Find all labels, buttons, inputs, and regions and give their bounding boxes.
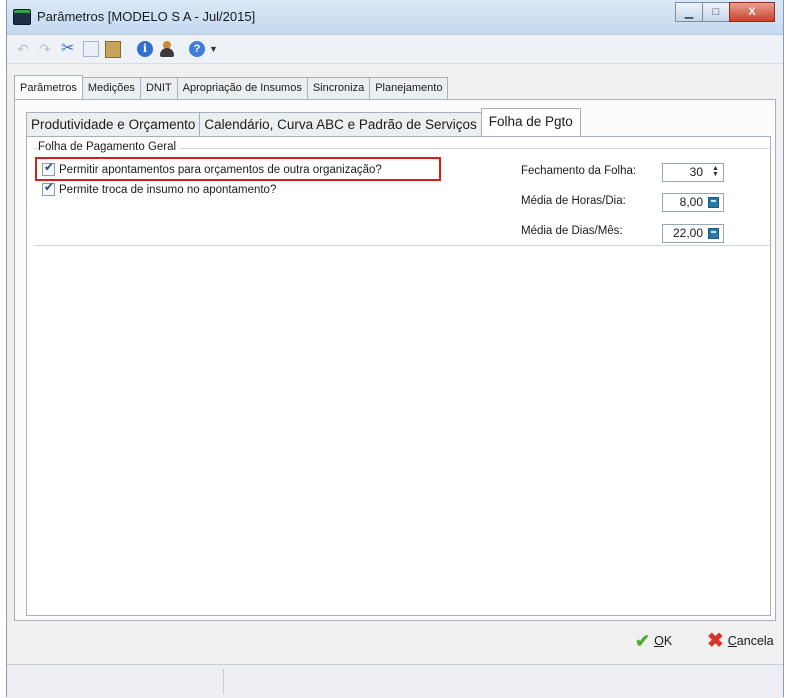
minimize-icon: ▁ — [684, 6, 694, 19]
cancel-label-rest: ancela — [736, 634, 774, 648]
copy-icon[interactable] — [83, 41, 99, 57]
tab-medicoes[interactable]: Medições — [81, 77, 141, 99]
fechamento-folha-value: 30 — [689, 165, 703, 179]
tab-parametros[interactable]: Parâmetros — [14, 75, 83, 99]
undo-icon[interactable]: ↶ — [17, 41, 33, 57]
cancel-x-icon: ✖ — [707, 630, 724, 652]
title-bar[interactable]: Parâmetros [MODELO S A - Jul/2015] ▁ □ X — [7, 0, 783, 35]
ok-button[interactable]: ✔ OK — [635, 632, 672, 650]
sub-tab-strip: Produtividade e Orçamento Calendário, Cu… — [26, 108, 581, 136]
app-icon — [13, 9, 31, 25]
subtab-folha-de-pgto[interactable]: Folha de Pgto — [480, 108, 581, 136]
window-title: Parâmetros [MODELO S A - Jul/2015] — [37, 9, 256, 24]
subtab-calendario-curva-abc[interactable]: Calendário, Curva ABC e Padrão de Serviç… — [199, 112, 482, 136]
maximize-icon: □ — [712, 6, 720, 18]
toolbar: ↶ ↷ ✂ i ? ▼ — [7, 35, 783, 64]
close-button[interactable]: X — [729, 2, 775, 22]
checkbox-permite-troca-insumo[interactable]: ✔ Permite troca de insumo no apontamento… — [42, 180, 277, 196]
media-horas-dia-label: Média de Horas/Dia: — [521, 195, 626, 207]
tab-planejamento[interactable]: Planejamento — [369, 77, 449, 99]
checkbox-permitir-apontamentos[interactable]: ✔ Permitir apontamentos para orçamentos … — [42, 160, 382, 176]
maximize-button[interactable]: □ — [702, 2, 730, 22]
paste-icon[interactable] — [105, 41, 121, 58]
media-horas-dia-value: 8,00 — [679, 195, 703, 209]
status-bar — [7, 664, 783, 698]
close-icon: X — [748, 6, 756, 18]
help-icon[interactable]: ? — [189, 41, 205, 57]
checkbox[interactable]: ✔ — [42, 180, 55, 196]
check-icon: ✔ — [44, 180, 55, 194]
ok-mnemonic: O — [654, 634, 664, 648]
media-dias-mes-value: 22,00 — [672, 226, 703, 240]
dialog-button-bar: ✔ OK ✖ Cancela — [7, 622, 783, 662]
media-dias-mes-label: Média de Dias/Mês: — [521, 225, 623, 237]
main-tab-strip: Parâmetros Medições DNIT Apropriação de … — [14, 75, 449, 99]
user-icon[interactable] — [159, 41, 175, 57]
media-dias-mes-field[interactable]: 22,00 — [662, 224, 724, 243]
minimize-button[interactable]: ▁ — [675, 2, 703, 22]
cut-icon[interactable]: ✂ — [61, 41, 77, 57]
ok-label-rest: K — [663, 634, 673, 648]
spinner-arrows-icon[interactable]: ▲ ▼ — [711, 165, 720, 179]
calculator-icon[interactable] — [708, 197, 719, 208]
check-icon: ✔ — [44, 160, 55, 174]
group-title: Folha de Pagamento Geral — [38, 141, 180, 153]
info-icon[interactable]: i — [137, 41, 153, 57]
checkbox-label: Permite troca de insumo no apontamento? — [59, 183, 277, 196]
tab-sincroniza[interactable]: Sincroniza — [306, 77, 371, 99]
subtab-produtividade-e-orcamento[interactable]: Produtividade e Orçamento — [26, 112, 201, 136]
media-horas-dia-field[interactable]: 8,00 — [662, 193, 724, 212]
redo-icon[interactable]: ↷ — [39, 41, 55, 57]
cancel-mnemonic: C — [727, 634, 737, 648]
checkbox-label: Permitir apontamentos para orçamentos de… — [59, 163, 382, 176]
caption-buttons: ▁ □ X — [675, 2, 775, 22]
checkbox[interactable]: ✔ — [42, 160, 55, 176]
fechamento-folha-spinner[interactable]: 30 ▲ ▼ — [662, 163, 724, 182]
tab-dnit[interactable]: DNIT — [139, 77, 178, 99]
status-separator — [223, 669, 224, 694]
checkmark-icon: ✔ — [635, 631, 651, 651]
fechamento-folha-label: Fechamento da Folha: — [521, 165, 637, 177]
cancel-button[interactable]: ✖ Cancela — [707, 630, 774, 652]
calculator-icon[interactable] — [708, 228, 719, 239]
dropdown-arrow-icon[interactable]: ▼ — [209, 41, 219, 57]
tab-apropriacao-de-insumos[interactable]: Apropriação de Insumos — [176, 77, 308, 99]
